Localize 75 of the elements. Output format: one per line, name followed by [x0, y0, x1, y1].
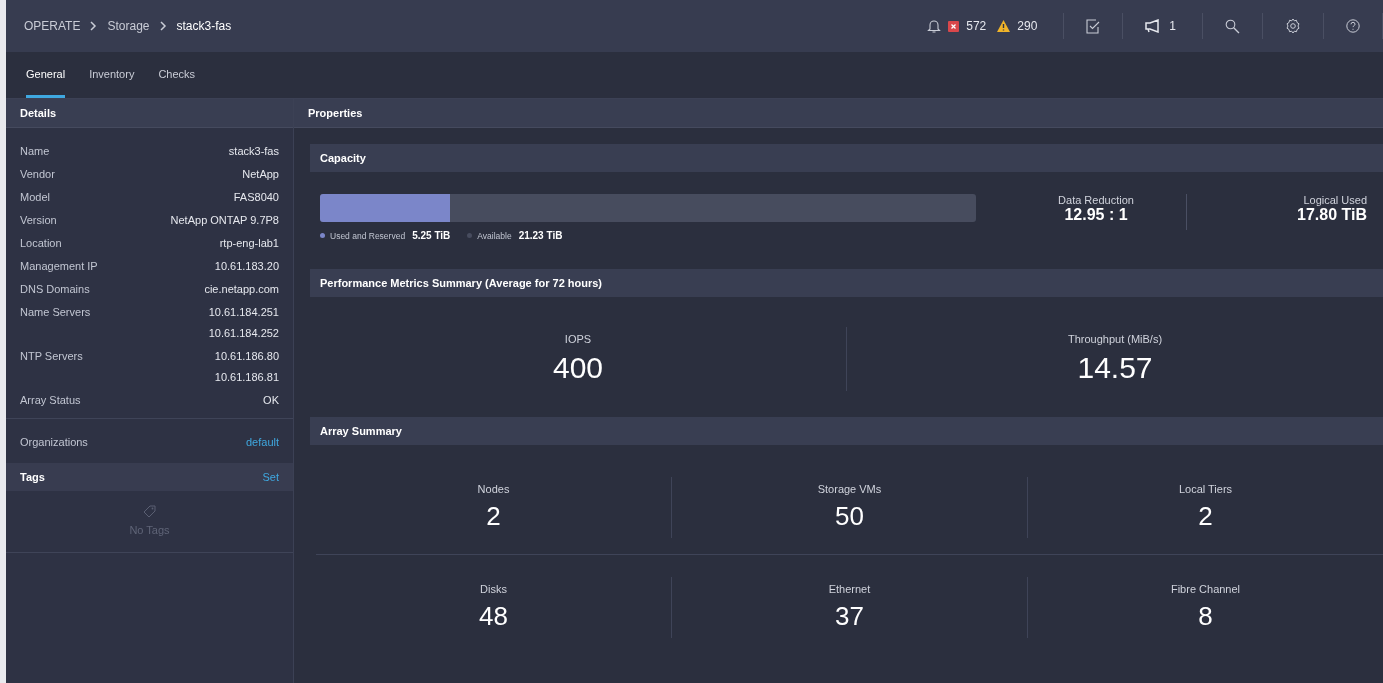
metric-label: Fibre Channel	[1170, 583, 1241, 595]
organization-link[interactable]: default	[245, 436, 279, 448]
field-value: stack3-fas	[228, 145, 279, 157]
field-label: Name	[20, 145, 50, 157]
breadcrumb-link[interactable]: OPERATE	[24, 19, 81, 33]
metric-value: 48	[479, 601, 508, 632]
search-icon[interactable]	[1225, 18, 1240, 34]
help-icon[interactable]	[1346, 19, 1360, 33]
chevron-icon	[159, 21, 167, 31]
field-label: Organizations	[20, 436, 88, 448]
metric-value: 50	[835, 501, 864, 532]
metric-label: IOPS	[564, 333, 592, 345]
breadcrumb-current: stack3-fas	[176, 19, 232, 33]
metric-value: 8	[1198, 601, 1213, 632]
section-title: Performance Metrics Summary (Average for 72 hours)	[320, 277, 603, 289]
tab[interactable]: Checks	[158, 52, 196, 98]
chevron-icon	[90, 21, 98, 31]
section-title: Array Summary	[320, 425, 402, 437]
warning-icon	[997, 20, 1011, 32]
legend-dot	[467, 233, 473, 238]
metric-value: 2	[486, 501, 501, 532]
field-label: NTP Servers	[20, 350, 83, 364]
field-label: Name Servers	[20, 306, 91, 320]
warning-count[interactable]: 290	[1017, 19, 1038, 33]
legend-value: 21.23 TiB	[518, 230, 563, 241]
field-value: NetApp	[242, 168, 279, 180]
field-label: Array Status	[20, 394, 81, 406]
legend-dot	[320, 233, 325, 238]
stat-label: Logical Used	[1303, 194, 1367, 206]
critical-count[interactable]: 572	[966, 19, 987, 33]
tags-title: Tags	[20, 471, 45, 483]
tab[interactable]: Inventory	[89, 52, 135, 98]
breadcrumb-link[interactable]: Storage	[107, 19, 150, 33]
metric-label: Nodes	[477, 483, 510, 495]
field-value: 10.61.186.80	[214, 350, 279, 362]
field-value: rtp-eng-lab1	[219, 237, 279, 249]
panel-title: Details	[20, 107, 57, 119]
field-value: 10.61.183.20	[214, 260, 279, 272]
tag-icon	[143, 505, 156, 518]
announcement-count[interactable]: 1	[1169, 19, 1176, 33]
metric-value: 14.57	[1077, 351, 1153, 385]
stat-value: 17.80 TiB	[1297, 206, 1367, 224]
stat-label: Data Reduction	[1058, 194, 1134, 206]
field-value: 10.61.184.251	[208, 306, 279, 318]
bell-icon[interactable]	[927, 18, 942, 34]
field-label: DNS Domains	[20, 283, 90, 295]
checklist-icon[interactable]	[1086, 18, 1101, 34]
field-value: 10.61.184.252	[208, 327, 279, 339]
legend-value: 5.25 TiB	[412, 230, 451, 241]
metric-value: 37	[835, 601, 864, 632]
field-label: Vendor	[20, 168, 55, 180]
metric-label: Throughput (MiB/s)	[1067, 333, 1163, 345]
metric-label: Disks	[480, 583, 507, 595]
field-value: cie.netapp.com	[204, 283, 279, 295]
field-value: 10.61.186.81	[214, 371, 279, 383]
field-label: Version	[20, 214, 57, 226]
metric-value: 400	[552, 351, 604, 385]
field-label: Location	[20, 237, 62, 249]
legend-label: Used and Reserved	[330, 230, 406, 241]
critical-icon	[948, 20, 960, 32]
panel-title: Properties	[308, 107, 363, 119]
metric-label: Local Tiers	[1178, 483, 1233, 495]
stat-value: 12.95 : 1	[1064, 206, 1128, 224]
field-value: NetApp ONTAP 9.7P8	[170, 214, 279, 226]
legend-label: Available	[477, 230, 512, 241]
field-value: OK	[263, 394, 279, 406]
section-title: Capacity	[320, 152, 366, 164]
metric-value: 2	[1198, 501, 1213, 532]
field-label: Model	[20, 191, 50, 203]
field-value: FAS8040	[233, 191, 279, 203]
metric-label: Ethernet	[828, 583, 871, 595]
metric-label: Storage VMs	[817, 483, 882, 495]
settings-icon[interactable]	[1285, 18, 1301, 34]
field-label: Management IP	[20, 260, 98, 272]
set-tags-link[interactable]: Set	[262, 471, 279, 483]
